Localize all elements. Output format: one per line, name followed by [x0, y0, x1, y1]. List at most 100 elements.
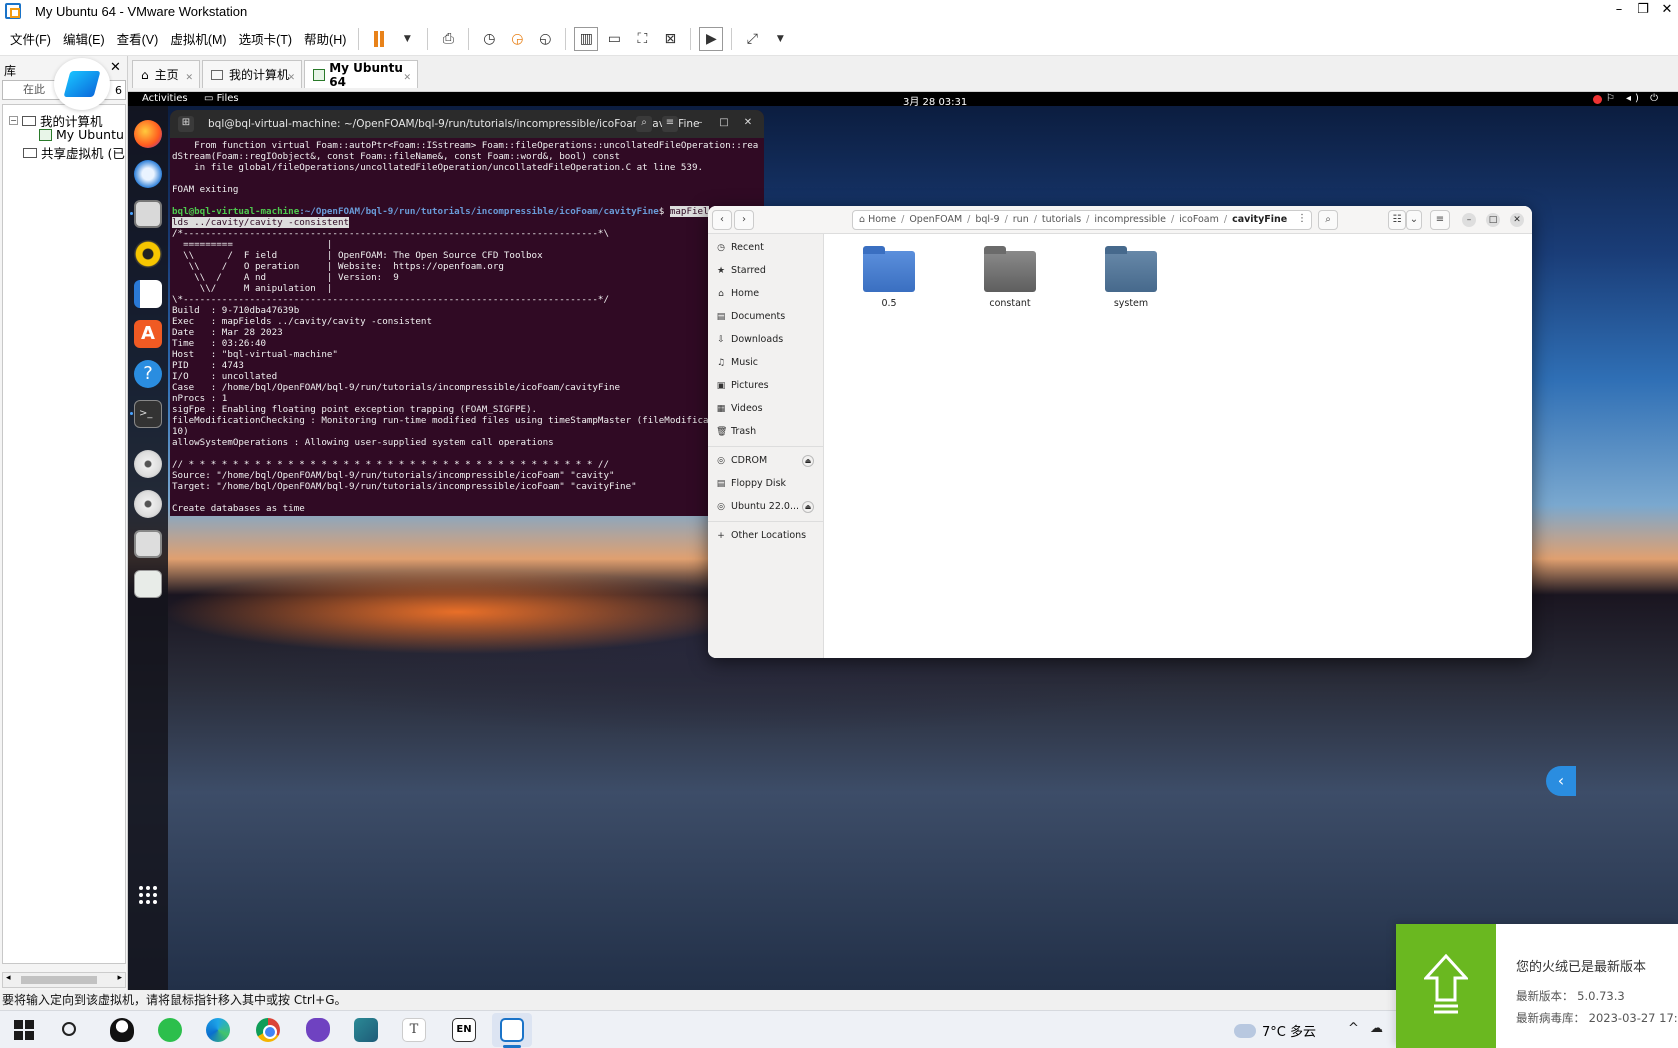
sidebar-item-music[interactable]: ♫ Music	[716, 357, 816, 368]
sidebar-item-trash[interactable]: 🗑 Trash	[716, 426, 816, 437]
stretch-dropdown-icon[interactable]: ▼	[768, 27, 792, 51]
terminal-output[interactable]: From function virtual Foam::autoPtr<Foam…	[170, 138, 764, 514]
maximize-icon[interactable]: □	[716, 116, 732, 132]
tab-close-icon[interactable]: ✕	[287, 73, 295, 83]
eject-icon[interactable]: ⏏	[802, 454, 814, 467]
terminal-icon[interactable]: >_	[134, 400, 162, 428]
hamburger-menu-icon[interactable]: ≡	[662, 116, 678, 132]
thumbnail-bar-icon[interactable]: ▭	[602, 27, 626, 51]
breadcrumb-item[interactable]: bql-9	[975, 214, 999, 225]
search-icon[interactable]: ⌕	[636, 116, 652, 132]
maximize-icon[interactable]: □	[1486, 213, 1500, 227]
sidebar-item-cdrom[interactable]: ◎ CDROM ⏏	[716, 454, 816, 467]
pause-dropdown-icon[interactable]: ▼	[395, 27, 419, 51]
library-close-icon[interactable]: ✕	[110, 60, 121, 75]
menu-file[interactable]: 文件(F)	[4, 29, 57, 48]
pause-button[interactable]	[367, 27, 391, 51]
files-app-menu[interactable]: ▭ Files	[204, 93, 239, 104]
sidebar-item-pictures[interactable]: ▣ Pictures	[716, 380, 816, 391]
breadcrumb-item[interactable]: OpenFOAM	[909, 214, 962, 225]
eject-icon[interactable]: ⏏	[802, 500, 814, 513]
tab-close-icon[interactable]: ✕	[403, 73, 411, 83]
hamburger-menu-icon[interactable]: ≡	[1430, 210, 1450, 230]
library-scrollbar[interactable]: ◂ ▸	[2, 972, 126, 988]
menu-edit[interactable]: 编辑(E)	[57, 29, 111, 48]
show-library-icon[interactable]: ▥	[574, 26, 599, 51]
snapshot-manager-icon[interactable]: ◵	[533, 27, 557, 51]
menu-help[interactable]: 帮助(H)	[298, 29, 352, 48]
full-screen-icon[interactable]: ⛶	[630, 27, 654, 51]
typora-icon[interactable]: T	[402, 1018, 426, 1042]
input-method-icon[interactable]: EN	[452, 1018, 476, 1042]
back-button[interactable]: ‹	[712, 210, 732, 230]
new-tab-icon[interactable]: ⊞	[178, 116, 194, 132]
files-window[interactable]: ‹ › ⌂ Home / OpenFOAM / bql-9 / run / tutorials /…	[708, 206, 1532, 658]
revert-snapshot-icon[interactable]: ◶	[505, 27, 529, 51]
breadcrumb-item[interactable]: tutorials	[1042, 214, 1081, 225]
sidebar-item-other-locations[interactable]: + Other Locations	[716, 530, 816, 541]
tab-my-computer[interactable]: 我的计算机 ✕	[202, 60, 302, 88]
folder-item[interactable]: system	[1096, 246, 1166, 309]
sidebar-item-floppy[interactable]: ▤ Floppy Disk	[716, 478, 816, 489]
scroll-right-icon[interactable]: ▸	[117, 973, 122, 983]
software-store-icon[interactable]: A	[134, 320, 162, 348]
sidebar-item-documents[interactable]: ▤ Documents	[716, 311, 816, 322]
breadcrumb[interactable]: ⌂ Home / OpenFOAM / bql-9 / run / tutorials / inco…	[852, 210, 1312, 230]
tab-my-ubuntu-64[interactable]: My Ubuntu 64 ✕	[304, 60, 418, 89]
console-view-icon[interactable]: ▶	[699, 26, 724, 51]
collapse-icon[interactable]: −	[9, 116, 18, 125]
tree-item-shared-vms[interactable]: 共享虚拟机 (已弃	[23, 143, 125, 162]
weather-widget[interactable]: 7°C 多云	[1234, 1018, 1316, 1040]
guest-screen[interactable]: Activities ▭ Files 3月 28 03:31 ⚐ ◂) ⏻ A …	[128, 92, 1678, 990]
close-icon[interactable]: ✕	[740, 116, 756, 132]
onedrive-icon[interactable]: ☁	[1370, 1021, 1383, 1036]
sidebar-item-downloads[interactable]: ⇩ Downloads	[716, 334, 816, 345]
wechat-icon[interactable]	[158, 1018, 182, 1042]
system-tray[interactable]: ⚐ ◂) ⏻	[1606, 93, 1662, 104]
unity-icon[interactable]: ⊠	[658, 27, 682, 51]
snapshot-icon[interactable]: ◷	[477, 27, 501, 51]
libreoffice-writer-icon[interactable]	[134, 280, 162, 308]
app-icon[interactable]	[354, 1018, 378, 1042]
folder-item[interactable]: 0.5	[854, 246, 924, 309]
show-apps-icon[interactable]	[139, 886, 157, 904]
chrome-icon[interactable]	[256, 1018, 280, 1042]
sidebar-item-ubuntu[interactable]: ◎ Ubuntu 22.0... ⏏	[716, 500, 816, 513]
update-notification[interactable]: 您的火绒已是最新版本 最新版本： 5.0.73.3 最新病毒库： 2023-03…	[1396, 924, 1678, 1048]
thunderbird-icon[interactable]	[134, 160, 162, 188]
menu-tabs[interactable]: 选项卡(T)	[233, 29, 298, 48]
files-icon[interactable]	[134, 200, 162, 228]
folder-item[interactable]: constant	[975, 246, 1045, 309]
path-menu-icon[interactable]: ⋮	[1292, 210, 1312, 230]
view-dropdown-icon[interactable]: ⌄	[1406, 210, 1422, 230]
cdrom-icon[interactable]	[134, 450, 162, 478]
breadcrumb-item[interactable]: Home	[868, 214, 896, 225]
edge-icon[interactable]	[206, 1018, 230, 1042]
terminal-window[interactable]: ⊞ bql@bql-virtual-machine: ~/OpenFOAM/bq…	[170, 110, 764, 516]
close-icon[interactable]: ✕	[1510, 213, 1524, 227]
tab-home[interactable]: ⌂ 主页 ✕	[132, 60, 200, 88]
side-panel-toggle-icon[interactable]: ‹	[1546, 766, 1576, 796]
sidebar-item-home[interactable]: ⌂ Home	[716, 288, 816, 299]
forward-button[interactable]: ›	[734, 210, 754, 230]
clock[interactable]: 3月 28 03:31	[903, 93, 967, 108]
floppy-icon[interactable]	[134, 530, 162, 558]
help-icon[interactable]: ?	[134, 360, 162, 388]
floating-assistant-logo[interactable]	[54, 58, 110, 110]
scrollbar-thumb[interactable]	[21, 976, 97, 984]
sidebar-item-recent[interactable]: ◷ Recent	[716, 242, 816, 253]
menu-view[interactable]: 查看(V)	[111, 29, 165, 48]
activities-button[interactable]: Activities	[142, 93, 188, 104]
tab-close-icon[interactable]: ✕	[185, 73, 193, 83]
sidebar-item-videos[interactable]: ▦ Videos	[716, 403, 816, 414]
rhythmbox-icon[interactable]	[134, 240, 162, 268]
menu-vm[interactable]: 虚拟机(M)	[164, 29, 232, 48]
send-ctrl-alt-del-icon[interactable]: ⎙	[436, 27, 460, 51]
tray-chevron-icon[interactable]: ^	[1348, 1021, 1359, 1036]
breadcrumb-item[interactable]: icoFoam	[1179, 214, 1219, 225]
vmware-taskbar-icon[interactable]	[500, 1018, 524, 1042]
start-icon[interactable]	[14, 1020, 34, 1040]
tree-item-my-ubuntu[interactable]: My Ubuntu	[39, 127, 124, 142]
qq-icon[interactable]	[110, 1018, 134, 1042]
search-button[interactable]: ⌕	[1318, 210, 1338, 230]
